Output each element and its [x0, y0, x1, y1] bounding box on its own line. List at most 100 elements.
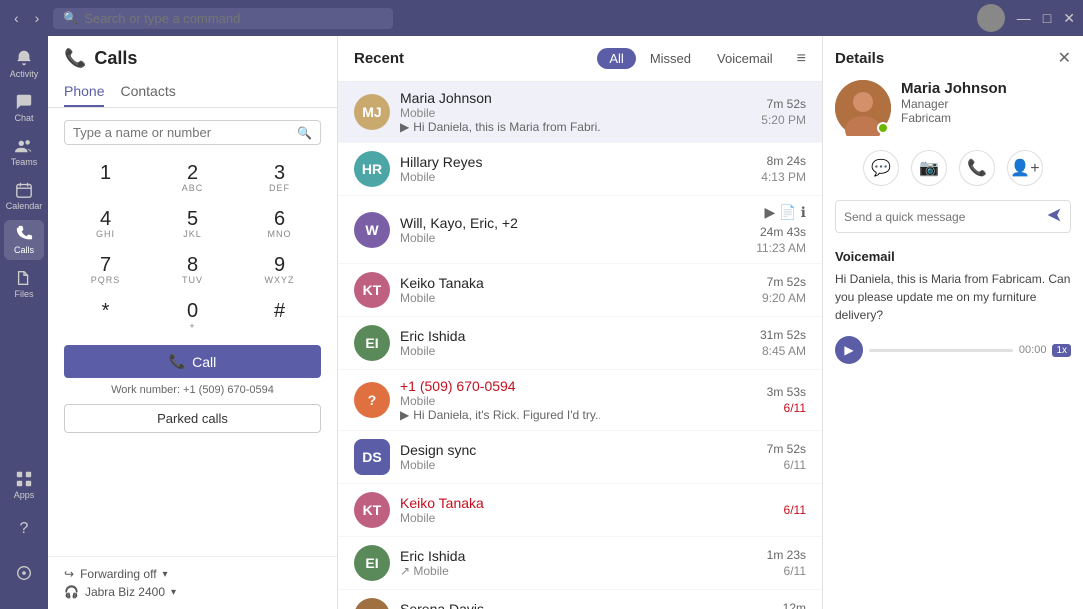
- sidebar-item-settings[interactable]: [4, 553, 44, 593]
- dialpad-key-6[interactable]: 6MNO: [238, 203, 321, 245]
- call-list-item[interactable]: ? +1 (509) 670-0594 Mobile ▶Hi Daniela, …: [338, 370, 822, 431]
- call-time: 9:20 AM: [762, 291, 806, 305]
- back-button[interactable]: ‹: [8, 8, 25, 28]
- sidebar-item-activity[interactable]: Activity: [4, 44, 44, 84]
- call-list-item[interactable]: EI Eric Ishida Mobile 31m 52s 8:45 AM: [338, 317, 822, 370]
- call-list-item[interactable]: W Will, Kayo, Eric, +2 Mobile ▶ 📄 ℹ 24m …: [338, 196, 822, 264]
- voicemail-play-icon: ▶: [400, 120, 409, 134]
- sidebar-item-teams[interactable]: Teams: [4, 132, 44, 172]
- sidebar-item-help[interactable]: ?: [4, 509, 44, 549]
- key-letters: PQRS: [91, 275, 121, 285]
- call-preview: ▶Hi Daniela, it's Rick. Figured I'd try.…: [400, 408, 600, 422]
- call-name: Design sync: [400, 442, 757, 458]
- key-letters: JKL: [183, 229, 202, 239]
- audio-progress-bar[interactable]: [869, 349, 1013, 352]
- parked-calls-button[interactable]: Parked calls: [64, 404, 321, 433]
- work-number: Work number: +1 (509) 670-0594: [64, 384, 321, 396]
- key-letters: ABC: [182, 183, 204, 193]
- key-letters: GHI: [96, 229, 115, 239]
- tab-phone[interactable]: Phone: [64, 77, 104, 107]
- sidebar-item-calls[interactable]: Calls: [4, 220, 44, 260]
- call-list-item[interactable]: EI Eric Ishida ↗ Mobile 1m 23s 6/11: [338, 537, 822, 590]
- call-sub: Mobile: [400, 231, 746, 245]
- forwarding-status[interactable]: ↪ Forwarding off ▾: [64, 565, 321, 583]
- sidebar-item-files[interactable]: Files: [4, 264, 44, 304]
- dialpad-key-3[interactable]: 3DEF: [238, 157, 321, 199]
- call-sub: Mobile: [400, 511, 774, 525]
- tab-contacts[interactable]: Contacts: [120, 77, 175, 107]
- calls-footer: ↪ Forwarding off ▾ 🎧 Jabra Biz 2400 ▾: [48, 556, 337, 609]
- call-list-item[interactable]: DS Design sync Mobile 7m 52s 6/11: [338, 431, 822, 484]
- phone-action-button[interactable]: 📞: [959, 150, 995, 186]
- call-info: Eric Ishida Mobile: [400, 328, 750, 358]
- details-close-button[interactable]: ✕: [1058, 48, 1071, 68]
- dialpad-key-4[interactable]: 4GHI: [64, 203, 147, 245]
- call-sub: Mobile: [400, 394, 757, 408]
- call-info: Will, Kayo, Eric, +2 Mobile: [400, 215, 746, 245]
- dialpad-key-9[interactable]: 9WXYZ: [238, 249, 321, 291]
- sidebar-item-chat[interactable]: Chat: [4, 88, 44, 128]
- dialpad-search[interactable]: 🔍: [64, 120, 321, 145]
- call-sub: Mobile: [400, 170, 751, 184]
- sidebar-item-apps[interactable]: Apps: [4, 465, 44, 505]
- key-letters: WXYZ: [265, 275, 295, 285]
- filter-icon[interactable]: ≡: [797, 50, 806, 68]
- close-button[interactable]: ✕: [1063, 10, 1075, 27]
- call-list-item[interactable]: MJ Maria Johnson Mobile ▶Hi Daniela, thi…: [338, 82, 822, 143]
- key-number: 4: [100, 209, 111, 229]
- calls-panel-header: 📞 Calls: [48, 36, 337, 69]
- filter-missed[interactable]: Missed: [638, 48, 703, 69]
- dialpad-search-input[interactable]: [73, 125, 297, 140]
- call-list-item[interactable]: KT Keiko Tanaka Mobile 6/11: [338, 484, 822, 537]
- search-input[interactable]: [84, 11, 344, 26]
- maximize-button[interactable]: □: [1043, 10, 1051, 27]
- call-list-item[interactable]: KT Keiko Tanaka Mobile 7m 52s 9:20 AM: [338, 264, 822, 317]
- sidebar-item-calendar[interactable]: Calendar: [4, 176, 44, 216]
- quick-message-input[interactable]: [844, 210, 1046, 224]
- call-meta: 31m 52s 8:45 AM: [760, 328, 806, 358]
- send-button[interactable]: [1046, 207, 1062, 226]
- search-bar[interactable]: 🔍: [53, 8, 393, 29]
- call-list-item[interactable]: SD Serena Davis ↗ Mobile 12m 6/10: [338, 590, 822, 609]
- filter-voicemail[interactable]: Voicemail: [705, 48, 785, 69]
- dialpad-key-8[interactable]: 8TUV: [151, 249, 234, 291]
- audio-speed[interactable]: 1x: [1052, 344, 1071, 357]
- dialpad-key-#[interactable]: #: [238, 295, 321, 337]
- recent-title: Recent: [354, 50, 585, 67]
- minimize-button[interactable]: —: [1017, 10, 1031, 27]
- key-number: #: [274, 301, 285, 321]
- forward-button[interactable]: ›: [29, 8, 46, 28]
- call-avatar: ?: [354, 382, 390, 418]
- sidebar-bottom: Apps ?: [4, 465, 44, 601]
- dialpad-key-7[interactable]: 7PQRS: [64, 249, 147, 291]
- video-action-button[interactable]: 📷: [911, 150, 947, 186]
- message-input-area[interactable]: [835, 200, 1071, 233]
- key-number: 9: [274, 255, 285, 275]
- recent-header: Recent All Missed Voicemail ≡: [338, 36, 822, 82]
- key-number: 5: [187, 209, 198, 229]
- dialpad-key-5[interactable]: 5JKL: [151, 203, 234, 245]
- call-name: Eric Ishida: [400, 328, 750, 344]
- user-avatar[interactable]: [977, 4, 1005, 32]
- filter-all[interactable]: All: [597, 48, 635, 69]
- details-person-name: Maria Johnson: [901, 80, 1071, 97]
- dialpad-key-1[interactable]: 1: [64, 157, 147, 199]
- dialpad-key-2[interactable]: 2ABC: [151, 157, 234, 199]
- search-icon: 🔍: [297, 126, 312, 140]
- call-meta: 1m 23s 6/11: [767, 548, 806, 578]
- chat-action-button[interactable]: 💬: [863, 150, 899, 186]
- call-list-item[interactable]: HR Hillary Reyes Mobile 8m 24s 4:13 PM: [338, 143, 822, 196]
- send-icon: [1046, 207, 1062, 223]
- call-name: Serena Davis: [400, 601, 773, 609]
- device-status[interactable]: 🎧 Jabra Biz 2400 ▾: [64, 583, 321, 601]
- add-person-action-button[interactable]: 👤+: [1007, 150, 1043, 186]
- call-button[interactable]: 📞 Call: [64, 345, 321, 378]
- chat-icon: 💬: [871, 158, 891, 178]
- device-icon: 🎧: [64, 585, 79, 599]
- dialpad-key-*[interactable]: *: [64, 295, 147, 337]
- settings-icon: [15, 564, 33, 582]
- key-number: 0: [187, 301, 198, 321]
- play-button[interactable]: ▶: [835, 336, 863, 364]
- key-number: 7: [100, 255, 111, 275]
- dialpad-key-0[interactable]: 0+: [151, 295, 234, 337]
